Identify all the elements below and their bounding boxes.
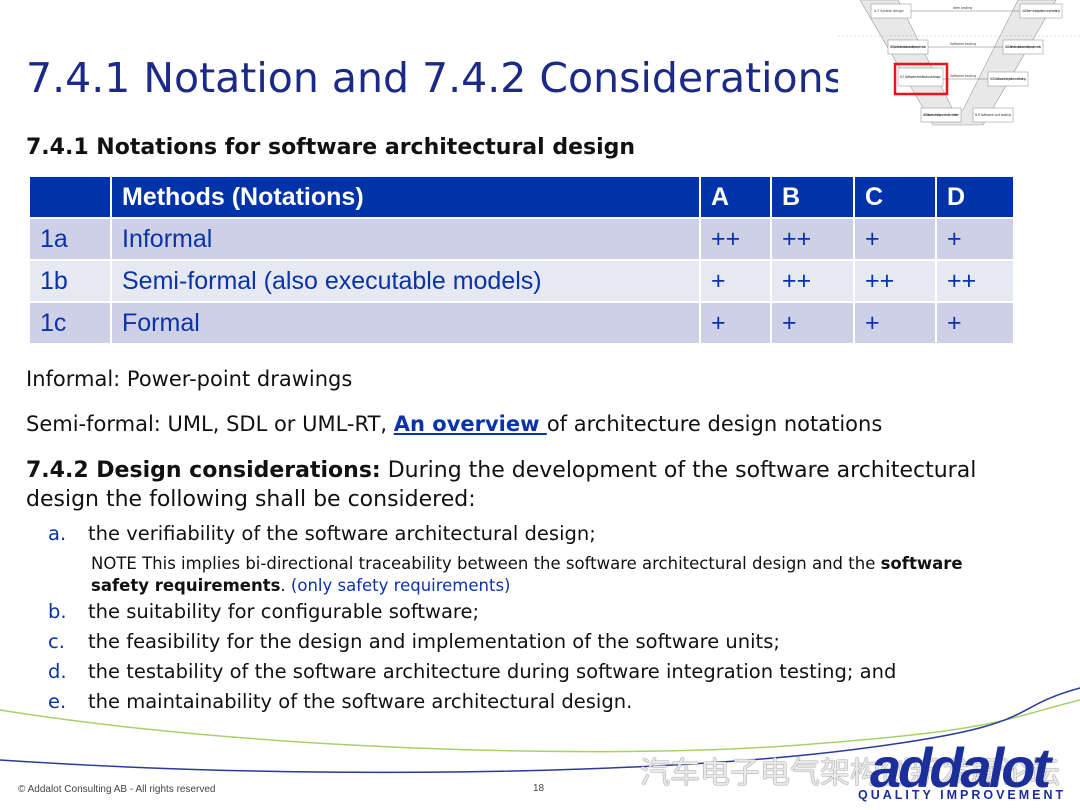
cell: 1a (30, 219, 110, 259)
note-aside: (only safety requirements) (285, 576, 511, 595)
semiformal-description: Semi-formal: UML, SDL or UML-RT, An over… (26, 412, 882, 436)
cell: ++ (772, 261, 853, 301)
cell: Formal (112, 303, 699, 343)
header-cell: C (855, 177, 935, 217)
vmodel-box: 4-8 Item integration and testing (1022, 9, 1060, 13)
vmodel-box: 6-11 Verification of software safety req… (1005, 45, 1041, 49)
vmodel-box: 6-6 Specification of software safety req… (890, 45, 926, 49)
cell: ++ (772, 219, 853, 259)
cell: + (855, 303, 935, 343)
table-row: 1c Formal + + + + (30, 303, 1013, 343)
vmodel-arrow-label: Software testing (950, 42, 976, 46)
header-cell: Methods (Notations) (112, 177, 699, 217)
slide-title: 7.4.1 Notation and 7.4.2 Considerations (26, 54, 845, 102)
vmodel-box: 4-7 System design (874, 9, 904, 13)
list-item: a. the verifiability of the software arch… (48, 522, 596, 545)
list-marker: a. (48, 522, 67, 545)
cell: 1b (30, 261, 110, 301)
note-prefix: NOTE This implies bi-directional traceab… (91, 554, 881, 573)
v-model-diagram: 4-7 System design 6-6 Specification of s… (838, 0, 1080, 128)
vmodel-arrow-label: Software testing (950, 74, 976, 78)
table-row: 1b Semi-formal (also executable models) + +… (30, 261, 1013, 301)
header-cell: D (937, 177, 1013, 217)
header-cell: A (701, 177, 770, 217)
footer-copyright: © Addalot Consulting AB - All rights res… (18, 784, 216, 795)
vmodel-arrow-label: Item testing (953, 6, 972, 10)
cell: + (937, 303, 1013, 343)
page-number: 18 (533, 783, 545, 794)
list-marker: b. (48, 600, 67, 623)
table-row: 1a Informal ++ ++ + + (30, 219, 1013, 259)
vmodel-box: 6-8 Software unit design and implementat… (923, 113, 959, 117)
semiformal-prefix: Semi-formal: UML, SDL or UML-RT, (26, 412, 394, 436)
semiformal-suffix: of architecture design notations (546, 412, 883, 436)
list-text: the feasibility for the design and imple… (88, 630, 780, 653)
note-text: NOTE This implies bi-directional traceab… (91, 553, 1021, 597)
list-marker: c. (48, 630, 65, 653)
considerations-heading: 7.4.2 Design considerations: (26, 458, 381, 483)
list-text: the verifiability of the software archit… (88, 522, 596, 545)
cell: + (937, 219, 1013, 259)
logo-tagline: QUALITY IMPROVEMENT (858, 788, 1067, 802)
cell: ++ (937, 261, 1013, 301)
notation-table: Methods (Notations) A B C D 1a Informal ++… (28, 175, 1015, 345)
table-header-row: Methods (Notations) A B C D (30, 177, 1013, 217)
considerations-intro: 7.4.2 Design considerations: During the … (26, 458, 976, 483)
vmodel-box: 6-7 Software architectural design (900, 75, 941, 79)
cell: + (701, 261, 770, 301)
header-cell (30, 177, 110, 217)
cell: ++ (855, 261, 935, 301)
cell: 1c (30, 303, 110, 343)
cell: Semi-formal (also executable models) (112, 261, 699, 301)
vmodel-box: 6-9 Software unit testing (975, 113, 1011, 117)
intro-text: During the development of the software a… (380, 458, 977, 483)
vmodel-box: 6-10 Software integration and testing (990, 77, 1026, 81)
cell: Informal (112, 219, 699, 259)
cell: + (772, 303, 853, 343)
header-cell: B (772, 177, 853, 217)
informal-description: Informal: Power-point drawings (26, 367, 353, 391)
cell: ++ (701, 219, 770, 259)
cell: + (855, 219, 935, 259)
section-subtitle: 7.4.1 Notations for software architectur… (26, 135, 636, 160)
list-text: the suitability for configurable softwar… (88, 600, 480, 623)
overview-link[interactable]: An overview (394, 412, 547, 436)
list-item: c. the feasibility for the design and imp… (48, 630, 780, 653)
intro-text-line2: design the following shall be considered… (26, 487, 476, 512)
cell: + (701, 303, 770, 343)
list-item: b. the suitability for configurable softw… (48, 600, 479, 623)
